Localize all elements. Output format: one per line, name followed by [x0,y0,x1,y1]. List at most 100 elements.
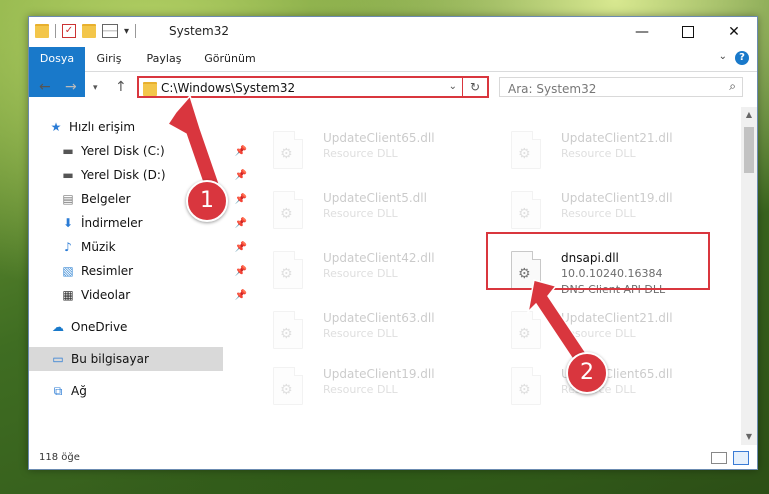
sidebar-item-quick-access[interactable]: ★ Hızlı erişim [29,115,243,139]
file-item[interactable]: ⚙ UpdateClient63.dll Resource DLL [251,307,481,357]
gear-icon: ⚙ [518,206,531,222]
toolbar-separator [55,24,56,38]
help-icon[interactable]: ? [735,51,749,65]
properties-check-icon[interactable]: ✓ [62,24,76,38]
navigation-bar: ← → ▾ ↑ C:\Windows\System32 ⌄ ↻ ⌕ [29,73,757,103]
expand-ribbon-icon[interactable]: ⌄ [719,51,727,62]
tab-share[interactable]: Paylaş [139,47,189,71]
status-bar: 118 öğe [29,447,757,469]
file-item[interactable]: ⚙ UpdateClient19.dll Resource DLL [251,363,481,413]
item-count: 118 öğe [39,452,80,463]
music-icon: ♪ [64,240,72,254]
dll-file-icon: ⚙ [273,367,303,405]
file-item[interactable]: ⚙ UpdateClient21.dll Resource DLL [489,127,719,177]
file-description: Resource DLL [561,147,636,160]
scroll-down-icon[interactable]: ▼ [741,429,757,445]
file-description: Resource DLL [323,383,398,396]
up-arrow-icon[interactable]: ↑ [115,79,127,95]
download-icon: ⬇ [62,216,74,230]
pictures-icon: ▧ [62,264,74,278]
address-path[interactable]: C:\Windows\System32 [161,81,295,95]
star-icon: ★ [50,120,62,134]
recent-locations-icon[interactable]: ▾ [93,83,98,93]
sidebar-item-videos[interactable]: ▦ Videolar 📌 [29,283,255,307]
large-icons-view-icon[interactable] [733,451,749,465]
sidebar-item-label: OneDrive [71,320,128,334]
sidebar-item-label: Yerel Disk (D:) [81,168,166,182]
search-icon[interactable]: ⌕ [729,79,736,94]
dll-file-icon: ⚙ [511,191,541,229]
properties-icon[interactable] [102,24,118,38]
sidebar-item-label: Hızlı erişim [69,120,136,134]
back-arrow-icon[interactable]: ← [39,79,51,95]
gear-icon: ⚙ [518,382,531,398]
sidebar-item-onedrive[interactable]: ☁ OneDrive [29,315,245,339]
step-1-badge: 1 [186,180,228,222]
details-view-icon[interactable] [711,452,727,464]
folder-icon [143,82,157,96]
file-item[interactable]: ⚙ UpdateClient42.dll Resource DLL [251,247,481,297]
close-icon: ✕ [728,24,740,40]
search-input[interactable] [506,80,710,98]
sidebar-item-local-disk-d[interactable]: ▬ Yerel Disk (D:) 📌 [29,163,255,187]
file-item[interactable]: ⚙ UpdateClient5.dll Resource DLL [251,187,481,237]
file-name: UpdateClient5.dll [323,191,427,205]
forward-arrow-icon[interactable]: → [65,79,77,95]
file-name: UpdateClient63.dll [323,311,435,325]
vertical-scrollbar[interactable]: ▲ ▼ [741,107,757,445]
drive-icon: ▬ [62,168,74,182]
network-icon: ⧉ [53,384,63,398]
scroll-thumb[interactable] [744,127,754,173]
dll-file-icon: ⚙ [273,251,303,289]
sidebar-item-label: Yerel Disk (C:) [81,144,165,158]
file-description: Resource DLL [561,207,636,220]
folder-icon [35,24,49,38]
search-box[interactable]: ⌕ [499,77,743,98]
tab-home[interactable]: Giriş [87,47,131,71]
scroll-up-icon[interactable]: ▲ [741,107,757,123]
gear-icon: ⚙ [280,206,293,222]
dll-file-icon: ⚙ [511,311,541,349]
dll-file-icon: ⚙ [273,311,303,349]
file-name: UpdateClient19.dll [561,191,673,205]
tab-view[interactable]: Görünüm [197,47,263,71]
file-name: UpdateClient65.dll [323,131,435,145]
gear-icon: ⚙ [280,326,293,342]
file-name: UpdateClient21.dll [561,311,673,325]
file-highlight-box [486,232,710,290]
sidebar-item-label: Videolar [81,288,131,302]
dll-file-icon: ⚙ [273,131,303,169]
address-dropdown-icon[interactable]: ⌄ [449,81,457,92]
gear-icon: ⚙ [280,146,293,162]
sidebar-item-local-disk-c[interactable]: ▬ Yerel Disk (C:) 📌 [29,139,255,163]
customize-toolbar-icon[interactable]: ▾ [124,26,129,37]
address-bar[interactable]: C:\Windows\System32 ⌄ ↻ [137,76,489,98]
refresh-icon[interactable]: ↻ [462,78,487,96]
quick-access-toolbar: ✓ ▾ [35,24,137,38]
gear-icon: ⚙ [518,146,531,162]
maximize-button[interactable] [665,17,711,47]
sidebar-item-label: Müzik [81,240,116,254]
close-button[interactable]: ✕ [711,17,757,47]
new-folder-icon[interactable] [82,24,96,38]
dll-file-icon: ⚙ [511,367,541,405]
sidebar-item-music[interactable]: ♪ Müzik 📌 [29,235,255,259]
file-item[interactable]: ⚙ UpdateClient65.dll Resource DLL [251,127,481,177]
dll-file-icon: ⚙ [511,131,541,169]
file-name: UpdateClient21.dll [561,131,673,145]
minimize-button[interactable]: — [619,17,665,47]
sidebar-item-label: Belgeler [81,192,131,206]
step-2-badge: 2 [566,352,608,394]
sidebar-item-pictures[interactable]: ▧ Resimler 📌 [29,259,255,283]
file-description: Resource DLL [323,147,398,160]
documents-icon: ▤ [62,192,74,206]
file-item[interactable]: ⚙ UpdateClient19.dll Resource DLL [489,187,719,237]
minimize-icon: — [635,24,649,40]
sidebar-item-this-pc[interactable]: ▭ Bu bilgisayar [29,347,223,371]
computer-icon: ▭ [52,352,64,366]
sidebar-item-network[interactable]: ⧉ Ağ [29,379,245,403]
sidebar-item-label: İndirmeler [81,216,143,230]
drive-icon: ▬ [62,144,74,158]
file-item[interactable]: ⚙ UpdateClient21.dll Resource DLL [489,307,719,357]
gear-icon: ⚙ [280,266,293,282]
